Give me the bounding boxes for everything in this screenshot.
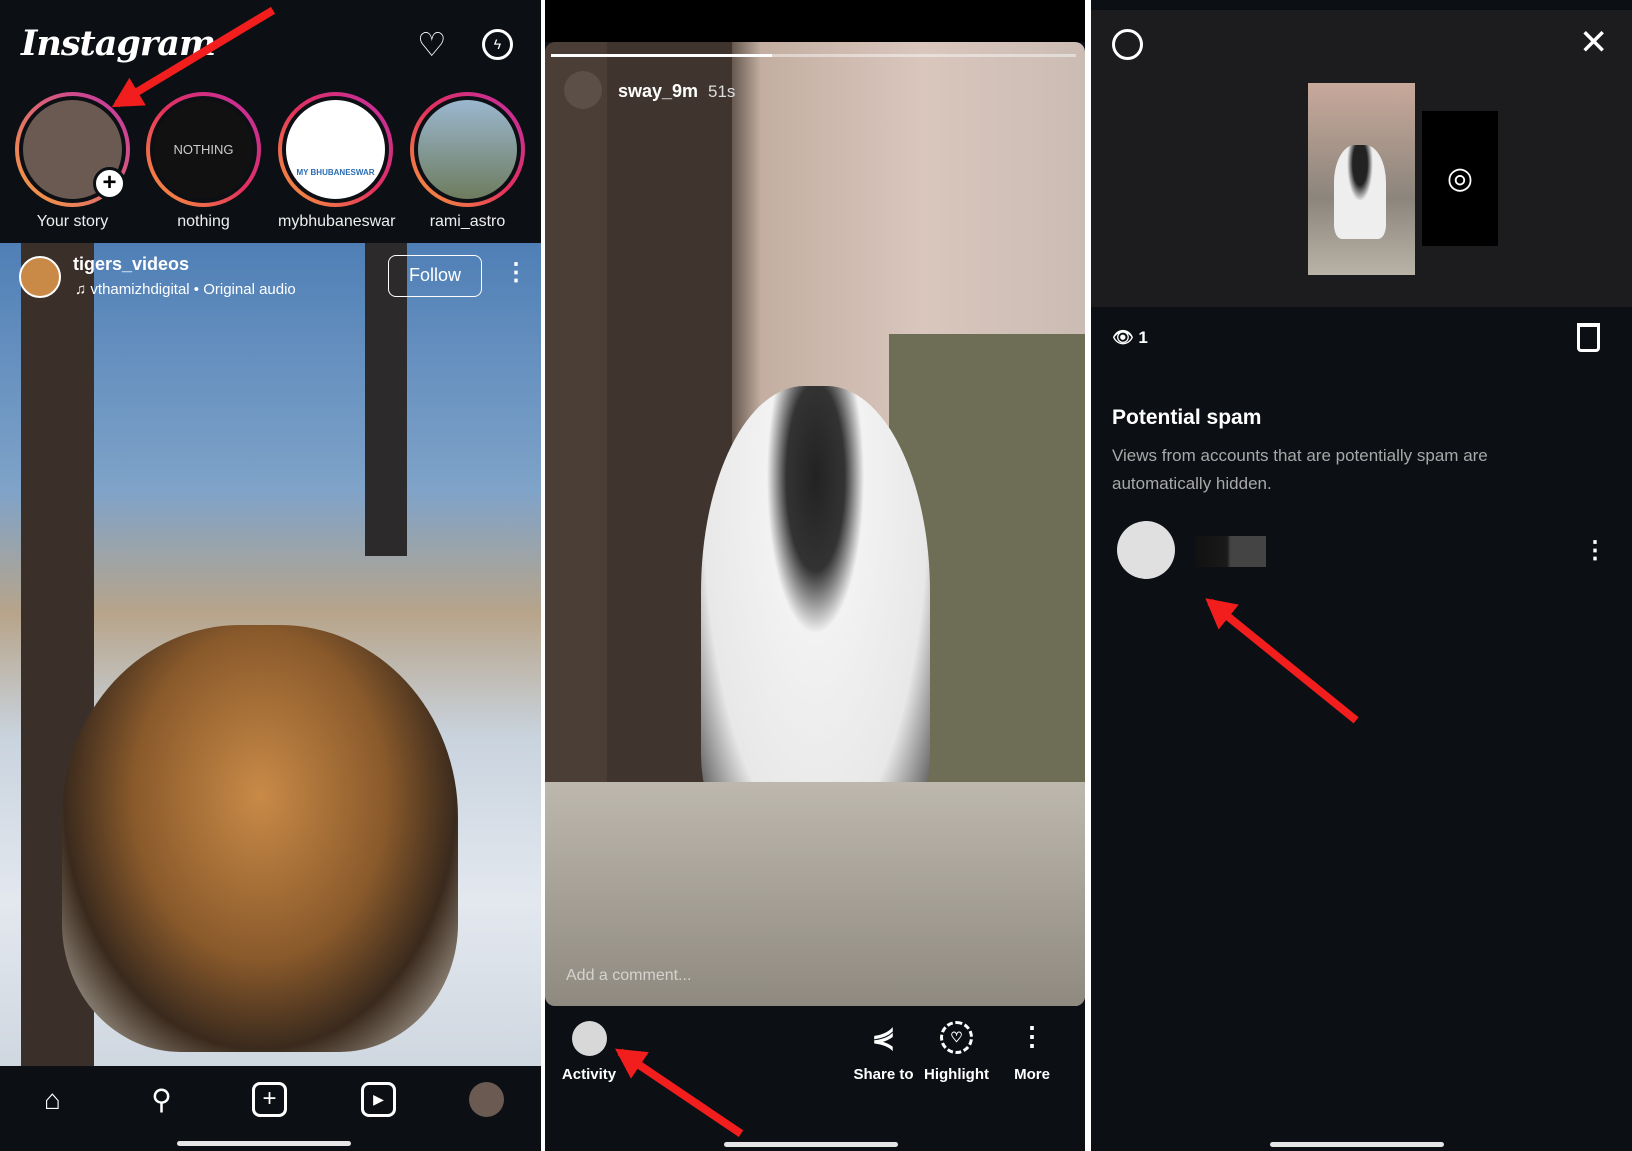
- eye-icon: 👁: [1112, 328, 1139, 347]
- share-to-button[interactable]: ⋞ Share to: [847, 1021, 920, 1083]
- add-story-icon[interactable]: +: [93, 167, 126, 200]
- story-time: 51s: [708, 82, 736, 101]
- post-audio[interactable]: ♫ vthamizhdigital • Original audio: [75, 281, 296, 298]
- profile-avatar[interactable]: [469, 1082, 504, 1117]
- view-count: 👁 1: [1112, 328, 1148, 347]
- story-rami-astro[interactable]: rami_astro: [410, 92, 525, 231]
- close-icon[interactable]: ✕: [1579, 23, 1608, 63]
- viewer-avatar-icon: [571, 1021, 607, 1056]
- highlight-heart-icon: ♡: [940, 1021, 973, 1054]
- avatar: MY BHUBANESWAR: [282, 96, 389, 203]
- reels-icon[interactable]: ▶: [361, 1082, 396, 1117]
- story-image[interactable]: [545, 42, 1085, 1006]
- story-label: mybhubaneswar: [278, 213, 396, 230]
- home-indicator: [1270, 1142, 1444, 1147]
- follow-button[interactable]: Follow: [388, 255, 482, 297]
- viewer-avatar[interactable]: [1117, 521, 1175, 579]
- avatar: [414, 96, 521, 203]
- avatar[interactable]: [19, 256, 61, 298]
- share-icon: ⋞: [871, 1022, 896, 1053]
- story-nothing[interactable]: NOTHING nothing: [146, 92, 261, 231]
- story-label: nothing: [177, 213, 230, 230]
- post-username[interactable]: tigers_videos: [73, 254, 189, 275]
- comment-input[interactable]: Add a comment...: [566, 967, 691, 985]
- story-label: rami_astro: [429, 213, 506, 230]
- create-icon[interactable]: +: [252, 1082, 287, 1117]
- story-thumbnail[interactable]: [1308, 83, 1415, 275]
- story-your-story[interactable]: + Your story: [15, 92, 130, 231]
- more-icon: ⋮: [1019, 1021, 1045, 1051]
- activity-button[interactable]: Activity: [560, 1021, 618, 1083]
- section-description: Views from accounts that are potentially…: [1112, 446, 1488, 493]
- more-options-icon[interactable]: ⋮: [504, 258, 528, 287]
- section-title: Potential spam: [1112, 406, 1262, 429]
- camera-icon[interactable]: ◎: [1422, 111, 1498, 246]
- home-indicator: [177, 1141, 351, 1146]
- more-button[interactable]: ⋮ More: [1003, 1021, 1061, 1083]
- bottom-nav: ⌂ ⚲ + ▶: [0, 1066, 541, 1151]
- avatar[interactable]: [564, 71, 602, 109]
- home-icon[interactable]: ⌂: [35, 1082, 70, 1117]
- avatar: NOTHING: [150, 96, 257, 203]
- settings-gear-icon[interactable]: [1112, 29, 1143, 60]
- story-viewer-screen: sway_9m 51s Add a comment... Activity ⋞ …: [545, 0, 1085, 1151]
- annotation-arrow: [617, 1048, 744, 1137]
- heart-icon[interactable]: ♡: [417, 25, 447, 64]
- story-label: Your story: [36, 213, 109, 230]
- story-username[interactable]: sway_9m: [618, 81, 698, 102]
- redacted-username: [1195, 536, 1266, 567]
- search-icon[interactable]: ⚲: [144, 1082, 179, 1117]
- story-activity-screen: ✕ ◎ 👁 1 Potential spam Views from accoun…: [1091, 0, 1632, 1151]
- reel-video[interactable]: [0, 243, 541, 1066]
- highlight-button[interactable]: ♡ Highlight: [920, 1021, 993, 1083]
- viewer-options-icon[interactable]: ⋮: [1583, 536, 1607, 565]
- trash-icon[interactable]: [1577, 323, 1600, 352]
- instagram-feed-screen: Instagram ♡ ϟ + Your story NOTHING nothi…: [0, 0, 541, 1151]
- music-icon: ♫: [75, 281, 91, 298]
- story-progress-bar: [551, 54, 1076, 57]
- annotation-arrow: [1207, 598, 1359, 724]
- tiger-image: [62, 625, 458, 1052]
- story-mybhubaneswar[interactable]: MY BHUBANESWAR mybhubaneswar: [278, 92, 396, 231]
- home-indicator: [724, 1142, 898, 1147]
- messenger-icon[interactable]: ϟ: [482, 29, 513, 60]
- cat-image: [701, 386, 930, 844]
